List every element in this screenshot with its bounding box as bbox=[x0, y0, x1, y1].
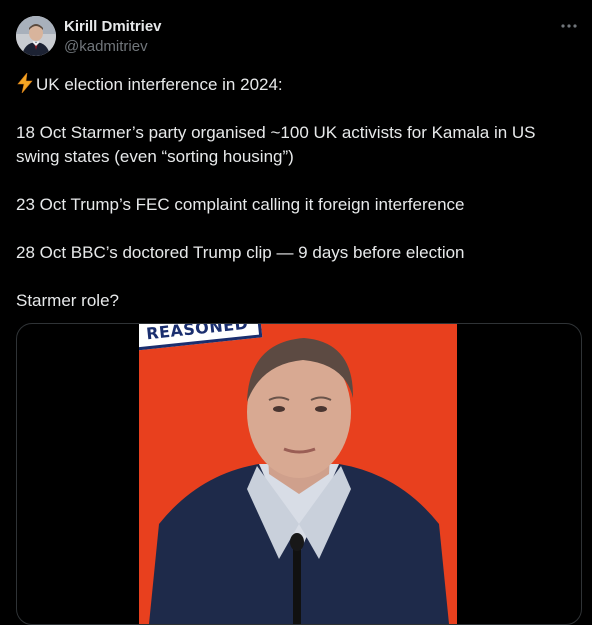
tweet-line-2: 18 Oct Starmer’s party organised ~100 UK… bbox=[16, 123, 536, 166]
tweet-line-heading: UK election interference in 2024: bbox=[16, 72, 576, 97]
avatar[interactable] bbox=[16, 16, 56, 56]
tweet-line-1: UK election interference in 2024: bbox=[36, 75, 283, 94]
tweet-line-5: Starmer role? bbox=[16, 291, 119, 310]
tweet-line-4: 28 Oct BBC’s doctored Trump clip — 9 day… bbox=[16, 243, 465, 262]
tweet-text: UK election interference in 2024: 18 Oct… bbox=[16, 72, 576, 313]
speaker-image bbox=[139, 324, 457, 624]
tweet-header: Kirill Dmitriev @kadmitriev bbox=[16, 15, 580, 59]
author-block: Kirill Dmitriev @kadmitriev bbox=[64, 17, 162, 57]
more-horizontal-icon[interactable] bbox=[558, 19, 580, 33]
video-thumbnail[interactable]: REASONED bbox=[139, 324, 457, 624]
author-handle[interactable]: @kadmitriev bbox=[64, 37, 162, 57]
lightning-icon bbox=[16, 72, 34, 94]
video-media[interactable]: REASONED bbox=[16, 323, 582, 625]
tweet-line-3: 23 Oct Trump’s FEC complaint calling it … bbox=[16, 195, 465, 214]
author-display-name[interactable]: Kirill Dmitriev bbox=[64, 17, 162, 37]
